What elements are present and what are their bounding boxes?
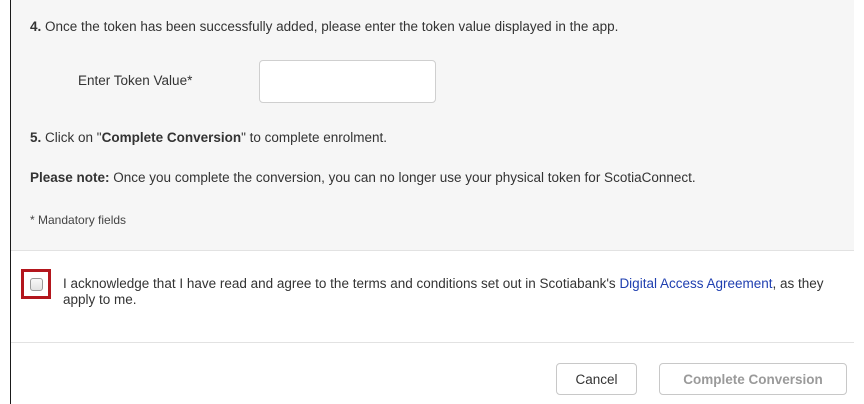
note-label: Please note: [30, 170, 110, 185]
footer-divider [11, 342, 854, 343]
token-entry-section: 4. Once the token has been successfully … [11, 0, 854, 251]
please-note: Please note: Once you complete the conve… [30, 170, 696, 185]
acknowledge-checkbox[interactable] [30, 278, 43, 291]
token-value-input[interactable] [259, 60, 436, 103]
complete-conversion-button[interactable]: Complete Conversion [659, 363, 847, 395]
step-5-instruction: 5. Click on "Complete Conversion" to com… [30, 130, 387, 145]
step-4-text: Once the token has been successfully add… [45, 19, 619, 34]
acknowledgement-text: I acknowledge that I have read and agree… [63, 276, 843, 308]
ack-text-before: I acknowledge that I have read and agree… [63, 276, 620, 291]
token-value-label: Enter Token Value* [78, 73, 193, 88]
step-4-instruction: 4. Once the token has been successfully … [30, 19, 618, 34]
note-text: Once you complete the conversion, you ca… [109, 170, 696, 185]
mandatory-fields-note: * Mandatory fields [30, 213, 127, 227]
step-5-number: 5. [30, 130, 42, 145]
enrolment-panel: 4. Once the token has been successfully … [10, 0, 864, 404]
step-5-prefix: Click on " [45, 130, 102, 145]
acknowledge-checkbox-highlight [21, 269, 51, 299]
digital-access-agreement-link[interactable]: Digital Access Agreement [619, 276, 772, 291]
step-4-number: 4. [30, 19, 42, 34]
step-5-action: Complete Conversion [101, 130, 242, 145]
step-5-suffix: " to complete enrolment. [241, 130, 387, 145]
cancel-button[interactable]: Cancel [556, 363, 637, 395]
